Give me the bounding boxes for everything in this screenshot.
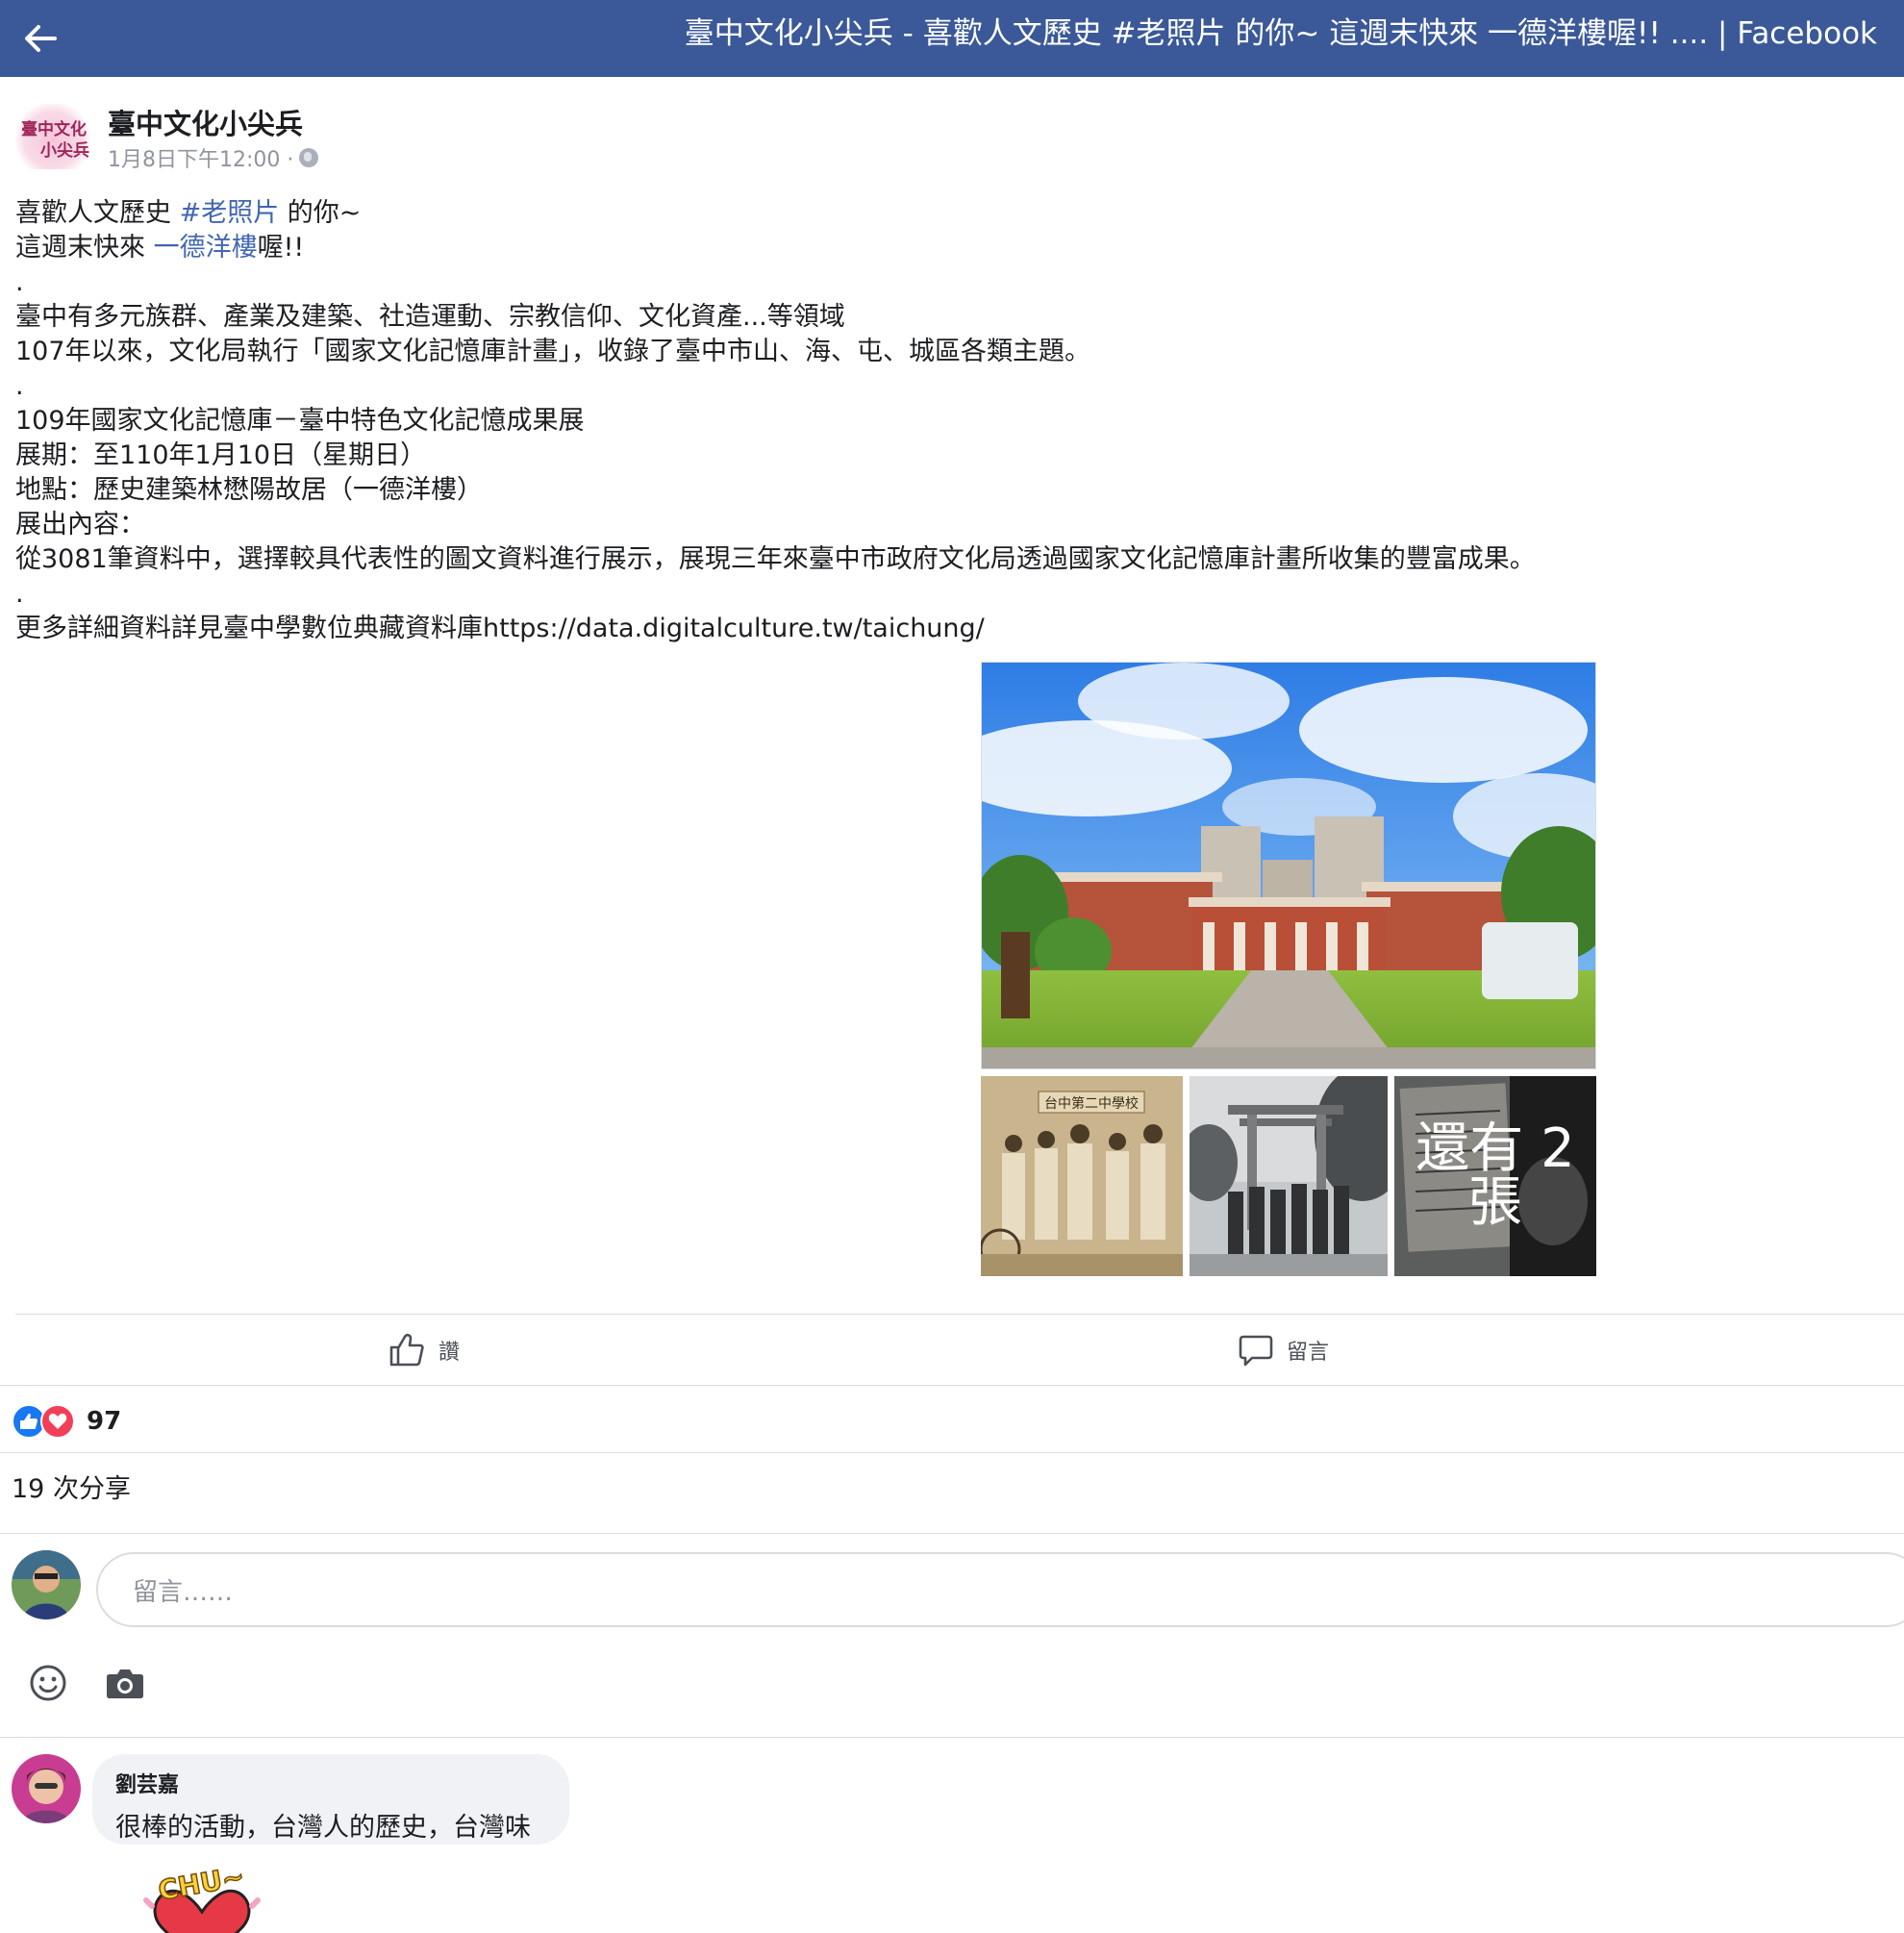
body-line: . bbox=[15, 579, 24, 609]
comment-placeholder: 留言…… bbox=[133, 1577, 234, 1607]
body-line: 地點：歷史建築林懋陽故居（一德洋樓） bbox=[15, 475, 483, 505]
building-photo bbox=[982, 663, 1595, 1068]
more-photos-label[interactable]: 還有 2 張 bbox=[1394, 1076, 1596, 1276]
post-photo-thumb-1[interactable]: 台中第二中學校 bbox=[981, 1076, 1183, 1276]
body-line: 更多詳細資料詳見臺中學數位典藏資料庫https://data.digitalcu… bbox=[15, 614, 985, 643]
reactions-summary[interactable]: 97 bbox=[12, 1402, 121, 1441]
body-line: 這週末快來 一德洋樓喔!! bbox=[15, 231, 1842, 265]
thumbs-up-icon bbox=[389, 1333, 424, 1367]
divider bbox=[0, 1385, 1904, 1386]
divider bbox=[0, 1737, 1904, 1738]
body-line: 展期：至110年1月10日（星期日） bbox=[15, 440, 427, 470]
commenter-avatar[interactable] bbox=[12, 1754, 81, 1823]
reaction-count: 97 bbox=[87, 1407, 122, 1436]
body-line: 喜歡人文歷史 #老照片 的你~ bbox=[15, 196, 1842, 231]
school-photo: 台中第二中學校 bbox=[981, 1076, 1183, 1276]
share-count[interactable]: 19 次分享 bbox=[12, 1468, 131, 1505]
globe-icon bbox=[299, 148, 319, 167]
body-line: 展出內容： bbox=[15, 510, 145, 540]
body-line: 臺中有多元族群、產業及建築、社造運動、宗教信仰、文化資產...等領域 bbox=[15, 302, 845, 332]
camera-icon[interactable] bbox=[104, 1662, 146, 1704]
body-line: 107年以來，文化局執行「國家文化記憶庫計畫」，收錄了臺中市山、海、屯、城區各類… bbox=[15, 337, 1091, 366]
heart-sticker[interactable]: CHU~ bbox=[125, 1864, 279, 1933]
divider bbox=[0, 1452, 1904, 1453]
page-avatar[interactable]: 臺中文化 小尖兵 bbox=[15, 104, 90, 169]
comment-button[interactable]: 留言 bbox=[1239, 1327, 1329, 1373]
emoji-icon[interactable] bbox=[27, 1662, 69, 1704]
body-text: 喜歡人文歷史 bbox=[15, 198, 180, 228]
comment-input[interactable]: 留言…… bbox=[96, 1552, 1904, 1627]
comment-bubble: 劉芸嘉 很棒的活動，台灣人的歷史，台灣味 bbox=[92, 1754, 569, 1845]
page-name-link[interactable]: 臺中文化小尖兵 bbox=[108, 102, 303, 142]
body-line: . bbox=[15, 371, 24, 401]
post-photo-main[interactable] bbox=[981, 662, 1596, 1069]
post-header: 臺中文化 小尖兵 臺中文化小尖兵 1月8日下午12:00 · bbox=[15, 100, 785, 177]
shrine-photo bbox=[1190, 1076, 1391, 1276]
body-text: 喔!! bbox=[257, 233, 305, 263]
divider bbox=[15, 1314, 1904, 1315]
thumb-sign-text: 台中第二中學校 bbox=[1044, 1095, 1139, 1112]
love-reaction-icon bbox=[40, 1404, 75, 1439]
top-bar: 臺中文化小尖兵 - 喜歡人文歷史 #老照片 的你~ 這週末快來 一德洋樓喔!! … bbox=[0, 0, 1904, 77]
body-text: 的你~ bbox=[279, 198, 362, 228]
current-user-avatar[interactable] bbox=[12, 1550, 81, 1619]
divider bbox=[0, 1533, 1904, 1534]
post-timestamp[interactable]: 1月8日下午12:00 · bbox=[108, 142, 293, 173]
like-button[interactable]: 讚 bbox=[388, 1327, 460, 1373]
hashtag-link[interactable]: #老照片 bbox=[180, 198, 280, 228]
body-text: 這週末快來 bbox=[15, 233, 154, 263]
page-link[interactable]: 一德洋樓 bbox=[154, 233, 258, 263]
post-photo-thumb-2[interactable] bbox=[1190, 1076, 1391, 1276]
comment-label: 留言 bbox=[1287, 1341, 1330, 1365]
comment-icon bbox=[1239, 1335, 1273, 1367]
like-label: 讚 bbox=[438, 1341, 461, 1365]
comment-author[interactable]: 劉芸嘉 bbox=[115, 1768, 546, 1798]
body-line: . bbox=[15, 267, 24, 297]
body-line: 從3081筆資料中，選擇較具代表性的圖文資料進行展示，展現三年來臺中市政府文化局… bbox=[15, 544, 1536, 574]
body-line: 109年國家文化記憶庫－臺中特色文化記憶成果展 bbox=[15, 406, 585, 436]
avatar-text-line2: 小尖兵 bbox=[40, 141, 89, 161]
post-meta: 1月8日下午12:00 · bbox=[108, 142, 319, 173]
post-body: 喜歡人文歷史 #老照片 的你~ 這週末快來 一德洋樓喔!! . 臺中有多元族群、… bbox=[15, 196, 1842, 646]
back-arrow-icon[interactable] bbox=[17, 15, 63, 62]
post-photo-thumb-3[interactable]: 還有 2 張 bbox=[1394, 1076, 1596, 1276]
comment-text: 很棒的活動，台灣人的歷史，台灣味 bbox=[115, 1813, 531, 1843]
page-title: 臺中文化小尖兵 - 喜歡人文歷史 #老照片 的你~ 這週末快來 一德洋樓喔!! … bbox=[684, 16, 1877, 51]
